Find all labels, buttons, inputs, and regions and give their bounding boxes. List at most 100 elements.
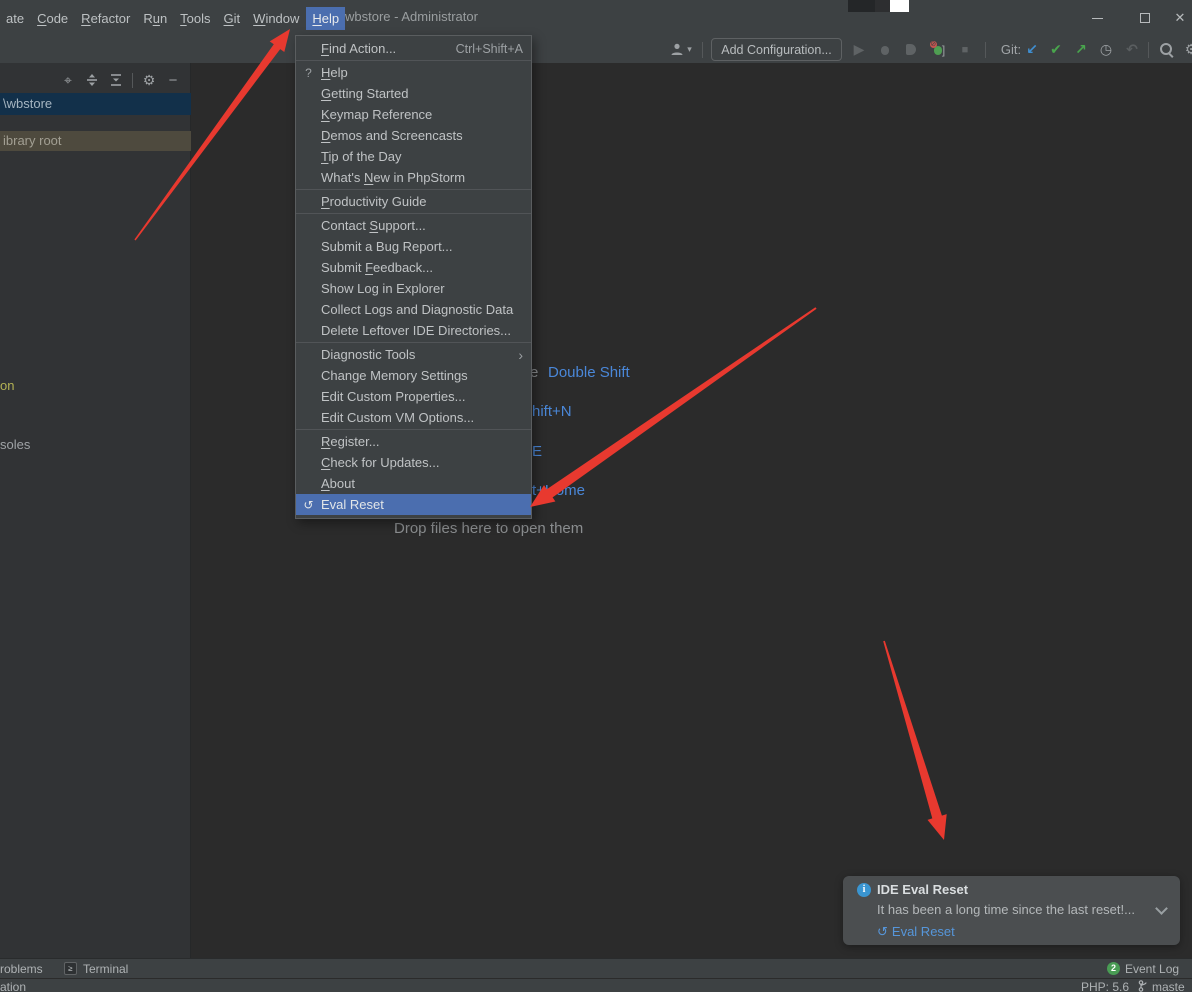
toolbar-divider: [985, 42, 986, 58]
menu-item-edit-custom-vm-options[interactable]: Edit Custom VM Options...: [296, 407, 531, 428]
debug-icon[interactable]: [877, 36, 893, 63]
hint-shortcut-recent-files: E: [532, 443, 542, 460]
menu-item-check-for-updates[interactable]: Check for Updates...: [296, 452, 531, 473]
expand-all-icon[interactable]: [85, 73, 99, 87]
menubar-item-tools[interactable]: Tools: [174, 7, 216, 30]
menu-item-submit-a-bug-report[interactable]: Submit a Bug Report...: [296, 236, 531, 257]
menu-item-keymap-reference[interactable]: Keymap Reference: [296, 104, 531, 125]
menu-separator: [296, 342, 531, 343]
menubar-item-code[interactable]: Code: [31, 7, 74, 30]
project-panel: ⌖ ⚙ − \wbstore ibrary root on soles: [0, 63, 191, 958]
terminal-icon: ≥: [64, 962, 77, 975]
menu-item-change-memory-settings[interactable]: Change Memory Settings: [296, 365, 531, 386]
history-icon[interactable]: ◷: [1098, 36, 1114, 63]
panel-toolbar-divider: [132, 73, 133, 88]
help-dropdown-menu: Find Action...Ctrl+Shift+A ?Help Getting S…: [295, 35, 532, 519]
menubar-item-help[interactable]: Help: [306, 7, 345, 30]
menu-item-label: Delete Leftover IDE Directories...: [321, 323, 511, 338]
rollback-icon[interactable]: ↶: [1124, 36, 1140, 63]
close-button[interactable]: ✕: [1168, 0, 1192, 36]
terminal-toolwindow-button[interactable]: Terminal: [83, 962, 128, 976]
arrow-to-notification: [883, 641, 947, 840]
gear-icon[interactable]: ⚙: [137, 72, 161, 89]
menu-item-register[interactable]: Register...: [296, 431, 531, 452]
menu-item-demos-and-screencasts[interactable]: Demos and Screencasts: [296, 125, 531, 146]
menu-item-label: What's New in PhpStorm: [321, 170, 465, 185]
add-configuration-button[interactable]: Add Configuration...: [711, 38, 842, 61]
menu-item-show-log-in-explorer[interactable]: Show Log in Explorer: [296, 278, 531, 299]
menu-item-label: Getting Started: [321, 86, 408, 101]
menu-item-contact-support[interactable]: Contact Support...: [296, 215, 531, 236]
menu-separator: [296, 429, 531, 430]
toolbar-divider: [702, 42, 703, 58]
menu-item-eval-reset[interactable]: ↺Eval Reset: [296, 494, 531, 515]
search-everywhere-icon[interactable]: [1158, 36, 1176, 63]
settings-gear-icon[interactable]: ⚙: [1183, 36, 1192, 63]
git-branch-icon: [1138, 980, 1148, 992]
notification-title: IDE Eval Reset: [877, 882, 968, 897]
event-log-button[interactable]: Event Log: [1125, 962, 1179, 976]
menu-item-about[interactable]: About: [296, 473, 531, 494]
menu-item-diagnostic-tools[interactable]: Diagnostic Tools›: [296, 344, 531, 365]
status-message-partial: ation: [0, 980, 26, 992]
reset-icon: ↺: [877, 924, 888, 939]
git-branch-widget[interactable]: maste: [1152, 980, 1185, 992]
xdebug-listen-icon[interactable]: ⊘]: [928, 36, 948, 63]
menubar-item-run[interactable]: Run: [137, 7, 173, 30]
menu-item-help[interactable]: ?Help: [296, 62, 531, 83]
menu-item-collect-logs-and-diagnostic-data[interactable]: Collect Logs and Diagnostic Data: [296, 299, 531, 320]
user-account-icon[interactable]: ▾: [666, 36, 696, 63]
menubar-item-git[interactable]: Git: [218, 7, 247, 30]
menu-item-edit-custom-properties[interactable]: Edit Custom Properties...: [296, 386, 531, 407]
minimize-button[interactable]: [1074, 0, 1121, 36]
menu-item-productivity-guide[interactable]: Productivity Guide: [296, 191, 531, 212]
menu-item-delete-leftover-ide-directories[interactable]: Delete Leftover IDE Directories...: [296, 320, 531, 341]
php-version-widget[interactable]: PHP: 5.6: [1081, 980, 1129, 992]
menu-item-getting-started[interactable]: Getting Started: [296, 83, 531, 104]
menubar: ateCodeRefactorRunToolsGitWindowHelp: [0, 0, 346, 36]
git-update-icon[interactable]: ↙: [1024, 36, 1040, 63]
menu-item-label: Check for Updates...: [321, 455, 440, 470]
menu-item-label: Demos and Screencasts: [321, 128, 463, 143]
git-push-icon[interactable]: ↗: [1073, 36, 1089, 63]
chevron-down-icon: ▾: [687, 44, 692, 55]
menu-item-label: Find Action...: [321, 41, 396, 56]
maximize-button[interactable]: [1121, 0, 1168, 36]
maximize-icon: [1140, 13, 1150, 23]
tree-item-partial[interactable]: on: [0, 378, 14, 393]
eval-reset-notification: i IDE Eval Reset It has been a long time…: [843, 876, 1180, 945]
collapse-all-icon[interactable]: [109, 73, 123, 87]
toolbar-divider: [1148, 42, 1149, 58]
library-root-row[interactable]: ibrary root: [0, 131, 191, 151]
run-icon[interactable]: ▶: [851, 36, 867, 63]
eval-reset-link[interactable]: ↺Eval Reset: [877, 924, 955, 940]
menu-item-label: Submit a Bug Report...: [321, 239, 453, 254]
menubar-item-window[interactable]: Window: [247, 7, 305, 30]
user-icon: [670, 42, 685, 57]
locate-icon[interactable]: ⌖: [56, 72, 80, 89]
drop-files-hint: Drop files here to open them: [394, 520, 583, 537]
menu-item-label: About: [321, 476, 355, 491]
problems-toolwindow-button[interactable]: roblems: [0, 962, 43, 976]
help-icon: ?: [296, 66, 321, 80]
menu-item-find-action[interactable]: Find Action...Ctrl+Shift+A: [296, 38, 531, 59]
menu-item-label: Edit Custom Properties...: [321, 389, 466, 404]
menu-item-label: Productivity Guide: [321, 194, 427, 209]
menu-item-submit-feedback[interactable]: Submit Feedback...: [296, 257, 531, 278]
hide-panel-icon[interactable]: −: [161, 72, 185, 89]
submenu-arrow-icon: ›: [518, 348, 523, 362]
menubar-item-ate[interactable]: ate: [0, 7, 30, 30]
tree-item-partial[interactable]: soles: [0, 437, 30, 452]
tool-window-bar: roblems ≥ Terminal 2 Event Log: [0, 958, 1192, 978]
hint-shortcut-navigation-bar: t+Home: [532, 482, 585, 499]
project-root-row[interactable]: \wbstore: [0, 93, 191, 115]
git-commit-icon[interactable]: ✔: [1048, 36, 1064, 63]
menu-separator: [296, 60, 531, 61]
menubar-item-refactor[interactable]: Refactor: [75, 7, 136, 30]
phpstorm-window: ateCodeRefactorRunToolsGitWindowHelp wbs…: [0, 0, 1192, 992]
coverage-icon[interactable]: [903, 36, 919, 63]
stop-icon[interactable]: ■: [957, 36, 973, 63]
menu-item-tip-of-the-day[interactable]: Tip of the Day: [296, 146, 531, 167]
expand-notification-icon[interactable]: [1155, 902, 1168, 915]
menu-item-what-s-new-in-phpstorm[interactable]: What's New in PhpStorm: [296, 167, 531, 188]
